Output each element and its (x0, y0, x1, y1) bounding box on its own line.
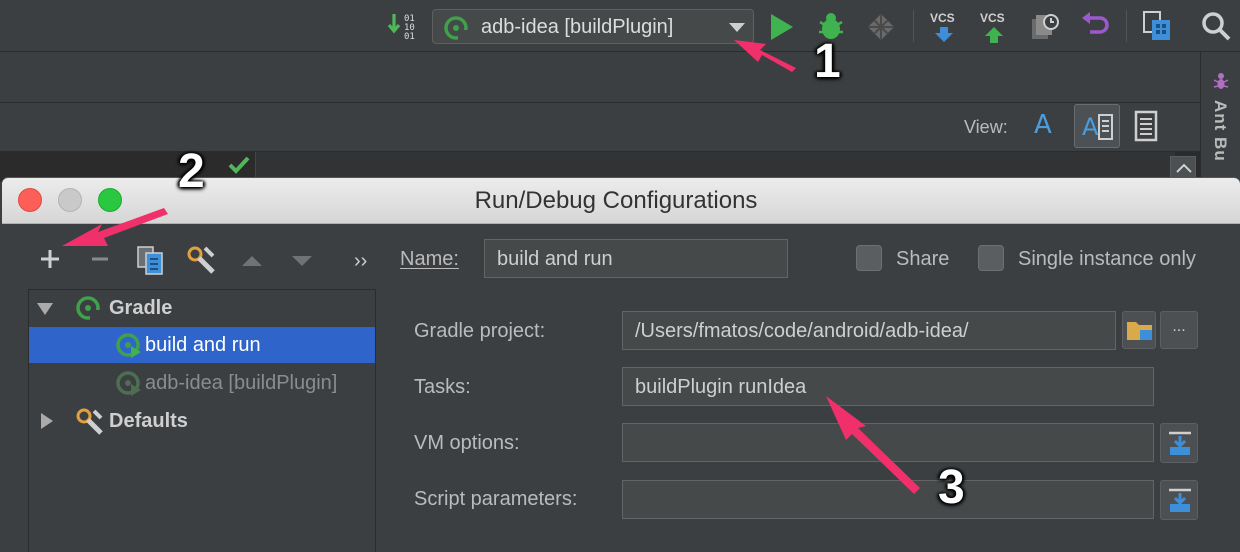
wrench-icon (76, 408, 103, 435)
update-project-icon[interactable]: 01 10 01 (386, 10, 420, 44)
single-instance-label: Single instance only (1018, 248, 1196, 270)
move-down-icon[interactable] (290, 254, 314, 268)
expand-editor-icon (1169, 488, 1191, 512)
script-parameters-field[interactable] (622, 480, 1154, 519)
view-label: View: (964, 117, 1008, 137)
remove-configuration-icon[interactable] (89, 248, 111, 270)
name-label: Name: (400, 248, 459, 270)
expand-vm-options-button[interactable] (1160, 423, 1198, 463)
tree-item-label: build and run (145, 334, 261, 356)
vm-options-label: VM options: (414, 432, 520, 454)
checkmark-icon (228, 156, 250, 174)
annotation-number-1: 1 (814, 35, 841, 88)
folder-icon (1127, 322, 1152, 340)
tree-group-label: Gradle (109, 297, 173, 319)
preview-view-icon[interactable] (1134, 110, 1158, 142)
tree-item-build-and-run[interactable]: build and run (29, 327, 375, 363)
name-field[interactable]: build and run (484, 239, 788, 278)
annotation-number-2: 2 (178, 145, 205, 198)
vm-options-field[interactable] (622, 423, 1154, 462)
script-parameters-label: Script parameters: (414, 488, 578, 510)
annotation-number-3: 3 (938, 461, 965, 514)
share-checkbox[interactable] (856, 245, 882, 271)
gradle-icon (444, 16, 468, 40)
browse-project-button[interactable] (1122, 311, 1156, 349)
svg-text:A: A (1082, 113, 1099, 141)
tasks-label: Tasks: (414, 376, 471, 398)
vcs-commit-label: VCS (980, 11, 1005, 25)
tree-group-gradle[interactable]: Gradle (29, 290, 375, 326)
gradle-project-field[interactable]: /Users/fmatos/code/android/adb-idea/ (622, 311, 1116, 350)
single-instance-checkbox[interactable] (978, 245, 1004, 271)
chevron-up-icon (1176, 163, 1192, 173)
vcs-update-icon[interactable] (932, 26, 956, 44)
tree-item-adb-idea[interactable]: adb-idea [buildPlugin] (29, 365, 375, 401)
gradle-config-icon (116, 333, 141, 358)
ant-build-tool-window-button[interactable]: Ant Bu (1210, 100, 1230, 162)
run-configuration-label: adb-idea [buildPlugin] (481, 16, 674, 38)
svg-text:01: 01 (404, 32, 415, 42)
add-configuration-icon[interactable] (39, 248, 61, 270)
vcs-commit-icon[interactable] (982, 26, 1006, 44)
edit-defaults-icon[interactable] (185, 244, 217, 276)
editor-tabs-bar (0, 53, 1200, 103)
split-view-icon: A (1082, 113, 1113, 141)
split-view-button[interactable]: A (1074, 104, 1120, 148)
gradle-project-label: Gradle project: (414, 320, 546, 342)
project-structure-icon[interactable] (1142, 10, 1172, 42)
share-label: Share (896, 248, 950, 270)
move-up-icon[interactable] (240, 254, 264, 268)
project-options-button[interactable]: ... (1160, 311, 1198, 349)
chevron-down-icon (729, 23, 745, 32)
ant-icon (1213, 73, 1229, 89)
toolbar-separator (913, 10, 914, 42)
coverage-icon[interactable] (866, 12, 896, 42)
expand-arrow-icon[interactable] (37, 303, 53, 315)
collapse-arrow-icon[interactable] (41, 413, 53, 429)
configurations-tree: Gradle build and run adb-idea [buildPlug… (28, 289, 376, 552)
vcs-update-label: VCS (930, 11, 955, 25)
more-actions-button[interactable]: ›› (354, 250, 367, 273)
tree-group-label: Defaults (109, 410, 188, 432)
tasks-field[interactable]: buildPlugin runIdea (622, 367, 1154, 406)
text-view-button[interactable]: A (1034, 110, 1052, 140)
vcs-history-icon[interactable] (1030, 11, 1060, 41)
run-icon[interactable] (768, 12, 796, 42)
vcs-revert-icon[interactable] (1080, 12, 1110, 40)
gradle-icon (76, 296, 100, 320)
gradle-config-icon (116, 371, 141, 396)
run-configuration-combo[interactable]: adb-idea [buildPlugin] (432, 9, 754, 44)
tree-item-label: adb-idea [buildPlugin] (145, 372, 338, 394)
scroll-up-button[interactable] (1170, 156, 1196, 180)
search-icon[interactable] (1200, 10, 1232, 42)
run-debug-configurations-dialog: Run/Debug Configurations ›› Gradle build… (2, 178, 1240, 552)
copy-configuration-icon[interactable] (135, 244, 165, 276)
tree-group-defaults[interactable]: Defaults (29, 403, 375, 439)
expand-script-parameters-button[interactable] (1160, 480, 1198, 520)
toolbar-separator (1126, 10, 1127, 42)
expand-editor-icon (1169, 431, 1191, 455)
